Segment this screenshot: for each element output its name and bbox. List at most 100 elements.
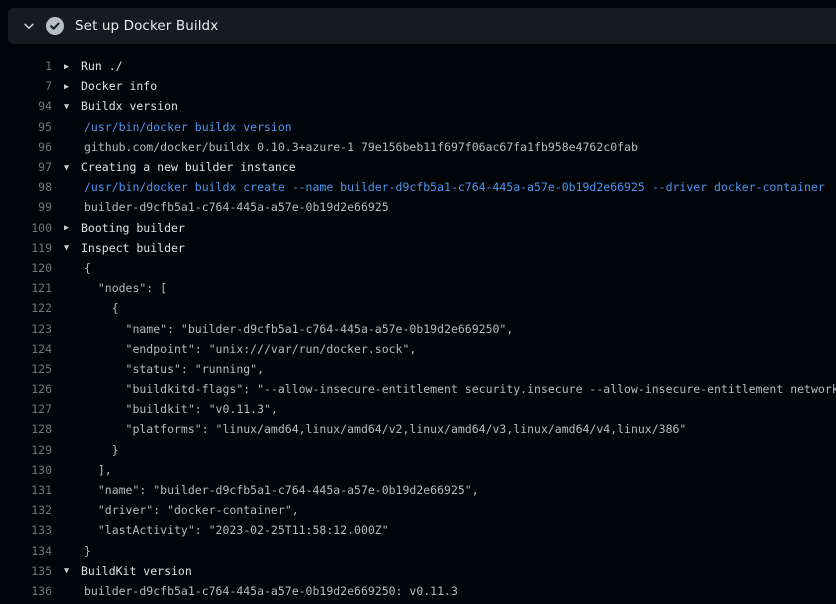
log-group-toggle[interactable]: ▶Run ./ xyxy=(64,59,123,73)
log-line: 95/usr/bin/docker buildx version xyxy=(0,117,836,137)
line-number[interactable]: 136 xyxy=(0,584,52,598)
chevron-right-icon[interactable]: ▶ xyxy=(64,223,81,233)
line-number[interactable]: 7 xyxy=(0,79,52,93)
log-command-text: /usr/bin/docker buildx create --name bui… xyxy=(64,180,825,194)
log-output-text: "status": "running", xyxy=(64,362,264,376)
log-line: 131 "name": "builder-d9cfb5a1-c764-445a-… xyxy=(0,480,836,500)
check-circle-icon xyxy=(46,17,64,35)
log-output-text: "buildkit": "v0.11.3", xyxy=(64,402,278,416)
log-output-text: "endpoint": "unix:///var/run/docker.sock… xyxy=(64,342,416,356)
line-number[interactable]: 95 xyxy=(0,120,52,134)
chevron-right-icon[interactable]: ▶ xyxy=(64,62,81,72)
chevron-right-icon[interactable]: ▶ xyxy=(64,82,81,92)
log-group-toggle[interactable]: ▼Buildx version xyxy=(64,99,178,113)
log-line: 135 ▼BuildKit version xyxy=(0,561,836,581)
log-line: 122 { xyxy=(0,298,836,318)
log-line: 119 ▼Inspect builder xyxy=(0,238,836,258)
log-group-title: Buildx version xyxy=(81,99,178,113)
log-group-toggle[interactable]: ▶Booting builder xyxy=(64,221,185,235)
line-number[interactable]: 129 xyxy=(0,443,52,457)
log-line: 98/usr/bin/docker buildx create --name b… xyxy=(0,177,836,197)
chevron-down-icon[interactable]: ▼ xyxy=(64,102,81,112)
chevron-down-icon[interactable]: ▼ xyxy=(64,566,81,576)
log-output-text: "platforms": "linux/amd64,linux/amd64/v2… xyxy=(64,422,686,436)
line-number[interactable]: 123 xyxy=(0,322,52,336)
line-number[interactable]: 94 xyxy=(0,99,52,113)
chevron-down-icon[interactable]: ▼ xyxy=(64,243,81,253)
log-line: 125 "status": "running", xyxy=(0,359,836,379)
log-output-text: } xyxy=(64,443,119,457)
log-group-title: BuildKit version xyxy=(81,564,192,578)
line-number[interactable]: 134 xyxy=(0,544,52,558)
chevron-down-icon[interactable]: ▼ xyxy=(64,163,81,173)
log-output-text: ], xyxy=(64,463,112,477)
line-number[interactable]: 130 xyxy=(0,463,52,477)
line-number[interactable]: 1 xyxy=(0,59,52,73)
log-group-title: Creating a new builder instance xyxy=(81,160,296,174)
line-number[interactable]: 96 xyxy=(0,140,52,154)
log-line: 134} xyxy=(0,541,836,561)
line-number[interactable]: 127 xyxy=(0,402,52,416)
log-line: 100 ▶Booting builder xyxy=(0,218,836,238)
log-output-text: { xyxy=(64,261,91,275)
line-number[interactable]: 121 xyxy=(0,281,52,295)
log-lines: 1▶Run ./7▶Docker info94▼Buildx version95… xyxy=(0,44,836,604)
log-group-toggle[interactable]: ▼Creating a new builder instance xyxy=(64,160,296,174)
line-number[interactable]: 124 xyxy=(0,342,52,356)
step-header[interactable]: Set up Docker Buildx xyxy=(8,8,836,44)
log-line: 121 "nodes": [ xyxy=(0,278,836,298)
log-output-text: { xyxy=(64,301,119,315)
log-line: 133 "lastActivity": "2023-02-25T11:58:12… xyxy=(0,520,836,540)
log-output-text: } xyxy=(64,544,91,558)
log-output-text: "name": "builder-d9cfb5a1-c764-445a-a57e… xyxy=(64,483,479,497)
log-group-title: Inspect builder xyxy=(81,241,185,255)
log-output-text: "lastActivity": "2023-02-25T11:58:12.000… xyxy=(64,523,389,537)
log-group-title: Booting builder xyxy=(81,221,185,235)
log-line: 96 github.com/docker/buildx 0.10.3+azure-… xyxy=(0,137,836,157)
log-group-toggle[interactable]: ▼Inspect builder xyxy=(64,241,185,255)
line-number[interactable]: 125 xyxy=(0,362,52,376)
log-line: 128 "platforms": "linux/amd64,linux/amd6… xyxy=(0,419,836,439)
log-output-text: builder-d9cfb5a1-c764-445a-a57e-0b19d2e6… xyxy=(64,584,458,598)
line-number[interactable]: 120 xyxy=(0,261,52,275)
log-line: 94 ▼Buildx version xyxy=(0,96,836,116)
log-line: 99 builder-d9cfb5a1-c764-445a-a57e-0b19d2… xyxy=(0,197,836,217)
line-number[interactable]: 100 xyxy=(0,221,52,235)
chevron-down-icon[interactable] xyxy=(22,19,36,33)
line-number[interactable]: 128 xyxy=(0,422,52,436)
log-line: 123 "name": "builder-d9cfb5a1-c764-445a-… xyxy=(0,318,836,338)
log-group-toggle[interactable]: ▶Docker info xyxy=(64,79,157,93)
line-number[interactable]: 131 xyxy=(0,483,52,497)
log-output-text: "name": "builder-d9cfb5a1-c764-445a-a57e… xyxy=(64,322,513,336)
log-output-text: github.com/docker/buildx 0.10.3+azure-1 … xyxy=(64,140,638,154)
log-output-text: "nodes": [ xyxy=(64,281,167,295)
log-line: 129 } xyxy=(0,440,836,460)
line-number[interactable]: 126 xyxy=(0,382,52,396)
log-output-text: builder-d9cfb5a1-c764-445a-a57e-0b19d2e6… xyxy=(64,200,389,214)
log-line: 126 "buildkitd-flags": "--allow-insecure… xyxy=(0,379,836,399)
log-line: 7 ▶Docker info xyxy=(0,76,836,96)
step-title: Set up Docker Buildx xyxy=(75,18,218,34)
line-number[interactable]: 99 xyxy=(0,200,52,214)
log-output-text: "driver": "docker-container", xyxy=(64,503,299,517)
log-group-title: Run ./ xyxy=(81,59,123,73)
log-line: 132 "driver": "docker-container", xyxy=(0,500,836,520)
log-line: 127 "buildkit": "v0.11.3", xyxy=(0,399,836,419)
log-line: 124 "endpoint": "unix:///var/run/docker.… xyxy=(0,339,836,359)
log-command-text: /usr/bin/docker buildx version xyxy=(64,120,292,134)
log-group-toggle[interactable]: ▼BuildKit version xyxy=(64,564,192,578)
line-number[interactable]: 97 xyxy=(0,160,52,174)
log-line: 1 ▶Run ./ xyxy=(0,56,836,76)
line-number[interactable]: 119 xyxy=(0,241,52,255)
line-number[interactable]: 122 xyxy=(0,301,52,315)
log-line: 136 builder-d9cfb5a1-c764-445a-a57e-0b19d… xyxy=(0,581,836,601)
log-line: 130 ], xyxy=(0,460,836,480)
line-number[interactable]: 135 xyxy=(0,564,52,578)
line-number[interactable]: 132 xyxy=(0,503,52,517)
log-output-text: "buildkitd-flags": "--allow-insecure-ent… xyxy=(64,382,836,396)
line-number[interactable]: 133 xyxy=(0,523,52,537)
log-line: 120 { xyxy=(0,258,836,278)
line-number[interactable]: 98 xyxy=(0,180,52,194)
log-line: 97 ▼Creating a new builder instance xyxy=(0,157,836,177)
log-group-title: Docker info xyxy=(81,79,157,93)
